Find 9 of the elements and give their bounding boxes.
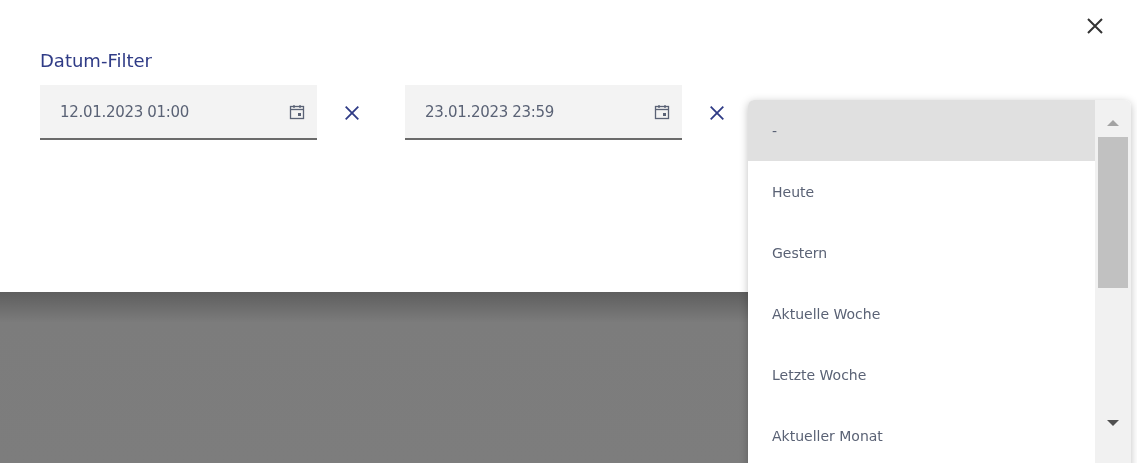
scrollbar[interactable] [1095,100,1131,463]
calendar-icon[interactable] [654,103,670,120]
dropdown-option[interactable]: - [748,100,1095,161]
date-value: 23.01.2023 23:59 [425,102,555,121]
dialog-title: Datum-Filter [40,50,153,71]
date-value: 12.01.2023 01:00 [60,102,190,121]
date-field[interactable]: 23.01.2023 23:59 [405,85,682,140]
calendar-icon[interactable] [289,103,305,120]
date-field[interactable]: 12.01.2023 01:00 [40,85,317,140]
